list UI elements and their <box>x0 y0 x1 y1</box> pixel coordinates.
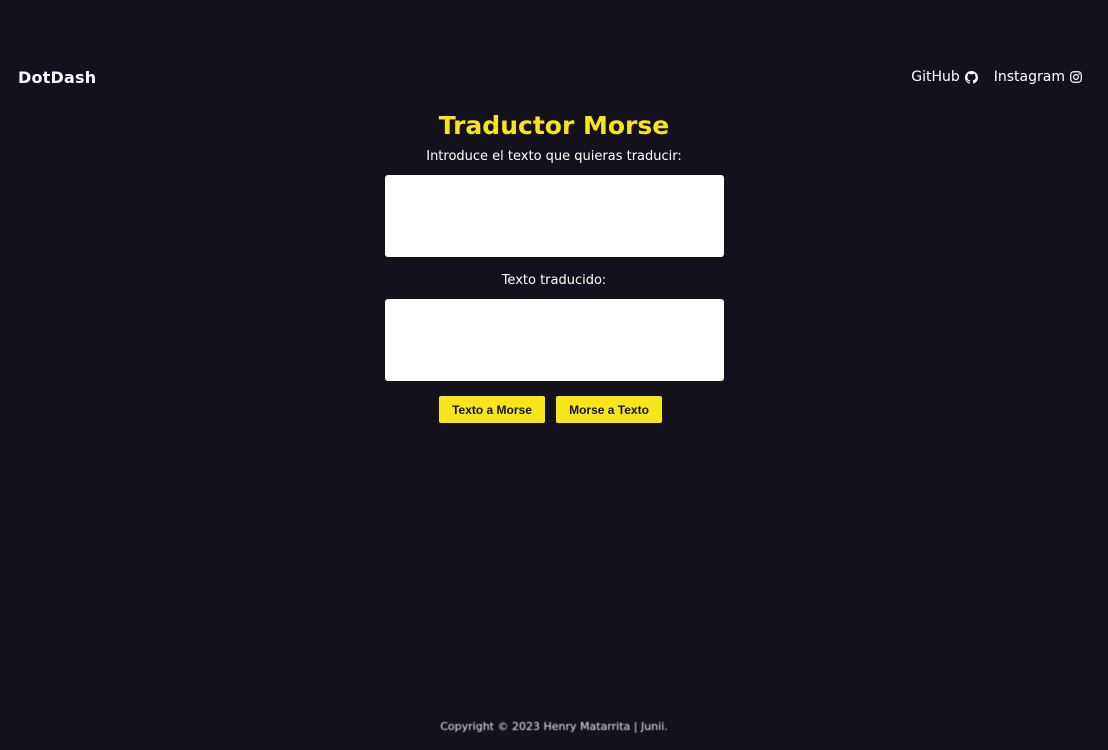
instagram-icon <box>1070 71 1082 83</box>
page-title: Traductor Morse <box>438 111 670 140</box>
nav-links: GitHub Instagram <box>911 69 1082 85</box>
nav-link-instagram-label: Instagram <box>993 69 1065 85</box>
nav-link-github-label: GitHub <box>911 69 960 85</box>
input-textarea[interactable] <box>385 175 724 257</box>
morse-to-text-button[interactable]: Morse a Texto <box>556 396 662 423</box>
nav-link-instagram[interactable]: Instagram <box>994 69 1082 85</box>
nav-link-github[interactable]: GitHub <box>911 69 978 85</box>
footer-copyright: Copyright © 2023 Henry Matarrita | Junii… <box>440 720 668 733</box>
github-icon <box>964 70 978 84</box>
brand-logo[interactable]: DotDash <box>18 68 96 87</box>
navbar: DotDash GitHub Instagram <box>18 62 1082 92</box>
text-to-morse-button[interactable]: Texto a Morse <box>439 396 545 423</box>
input-label: Introduce el texto que quieras traducir: <box>426 149 682 164</box>
output-textarea[interactable] <box>385 299 724 381</box>
output-label: Texto traducido: <box>501 273 607 288</box>
